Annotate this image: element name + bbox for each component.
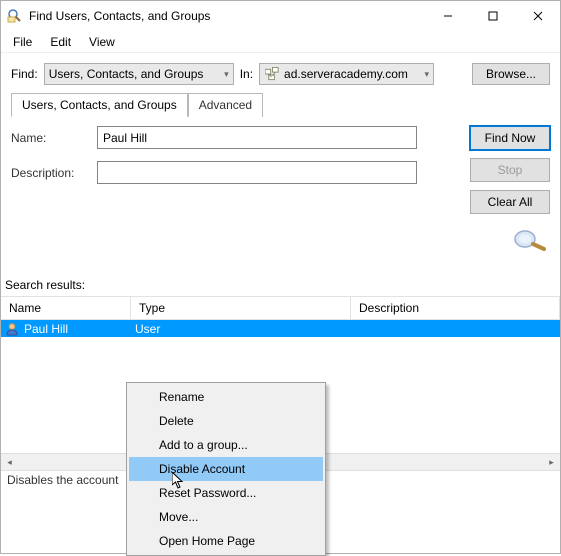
- in-combo[interactable]: ad.serveracademy.com ▾: [259, 63, 434, 85]
- column-header-type[interactable]: Type: [131, 297, 351, 319]
- name-input[interactable]: [97, 126, 417, 149]
- column-header-description[interactable]: Description: [351, 297, 560, 319]
- tab-users-contacts-groups[interactable]: Users, Contacts, and Groups: [11, 93, 188, 117]
- ctx-move[interactable]: Move...: [129, 505, 323, 529]
- browse-label: Browse...: [486, 67, 536, 81]
- search-results-label: Search results:: [1, 278, 560, 292]
- row-type: User: [131, 322, 351, 336]
- find-combo[interactable]: Users, Contacts, and Groups ▾: [44, 63, 234, 85]
- in-label: In:: [240, 67, 253, 81]
- cursor-icon: [172, 472, 190, 490]
- stop-button[interactable]: Stop: [470, 158, 550, 182]
- find-combo-value: Users, Contacts, and Groups: [49, 67, 204, 81]
- table-row[interactable]: Paul Hill User: [1, 320, 560, 337]
- tab-label: Users, Contacts, and Groups: [22, 98, 177, 112]
- context-menu: Rename Delete Add to a group... Disable …: [126, 382, 326, 556]
- find-now-button[interactable]: Find Now: [470, 126, 550, 150]
- description-input[interactable]: [97, 161, 417, 184]
- find-label: Find:: [11, 67, 38, 81]
- clear-all-label: Clear All: [488, 195, 533, 209]
- chevron-down-icon: ▾: [224, 69, 229, 80]
- window-title: Find Users, Contacts, and Groups: [29, 9, 425, 23]
- description-label: Description:: [11, 166, 97, 180]
- stop-label: Stop: [498, 163, 523, 177]
- in-combo-value: ad.serveracademy.com: [284, 67, 408, 81]
- user-icon: [5, 322, 19, 336]
- find-dialog-icon: [7, 8, 23, 24]
- titlebar: Find Users, Contacts, and Groups: [1, 1, 560, 31]
- menubar: File Edit View: [1, 31, 560, 53]
- close-button[interactable]: [515, 1, 560, 31]
- magnifying-glass-icon: [510, 228, 550, 252]
- menu-view[interactable]: View: [81, 33, 123, 51]
- name-label: Name:: [11, 131, 97, 145]
- tab-advanced[interactable]: Advanced: [188, 93, 263, 117]
- browse-button[interactable]: Browse...: [472, 63, 550, 85]
- scroll-right-icon[interactable]: ▸: [543, 454, 560, 471]
- tab-label: Advanced: [199, 98, 252, 112]
- menu-edit[interactable]: Edit: [42, 33, 79, 51]
- column-header-name[interactable]: Name: [1, 297, 131, 319]
- ctx-add-to-group[interactable]: Add to a group...: [129, 433, 323, 457]
- ctx-disable-account[interactable]: Disable Account: [129, 457, 323, 481]
- menu-file[interactable]: File: [5, 33, 40, 51]
- clear-all-button[interactable]: Clear All: [470, 190, 550, 214]
- ctx-open-home-page[interactable]: Open Home Page: [129, 529, 323, 553]
- ctx-delete[interactable]: Delete: [129, 409, 323, 433]
- minimize-button[interactable]: [425, 1, 470, 31]
- find-now-label: Find Now: [485, 131, 536, 145]
- domain-icon: [264, 66, 280, 82]
- ctx-rename[interactable]: Rename: [129, 385, 323, 409]
- ctx-reset-password[interactable]: Reset Password...: [129, 481, 323, 505]
- maximize-button[interactable]: [470, 1, 515, 31]
- row-name: Paul Hill: [24, 322, 68, 336]
- scroll-left-icon[interactable]: ◂: [1, 454, 18, 471]
- chevron-down-icon: ▾: [425, 69, 430, 80]
